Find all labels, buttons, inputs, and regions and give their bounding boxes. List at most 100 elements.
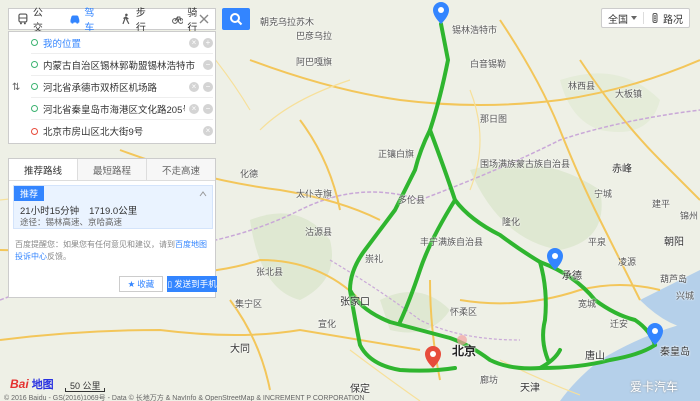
map-label: 怀柔区 <box>450 307 478 317</box>
mode-label: 驾车 <box>84 8 95 34</box>
map-label: 那日图 <box>480 114 508 124</box>
route-tabs: 推荐路线 最短路程 不走高速 <box>9 159 215 181</box>
map-label: 隆化 <box>502 217 521 227</box>
mode-drive[interactable]: 驾车 <box>61 8 113 34</box>
close-icon[interactable] <box>197 12 211 26</box>
recommended-badge: 推荐 <box>14 186 45 201</box>
map-label: 大板镇 <box>615 89 643 99</box>
phone-icon: ▯ <box>167 278 173 289</box>
waypoint-text[interactable]: 河北省承德市双桥区机场路 <box>43 80 185 94</box>
map-label: 迁安 <box>610 319 629 329</box>
map-label: 丰宁满族自治县 <box>420 237 484 247</box>
baidu-logo[interactable]: Bai 地图 <box>10 376 54 392</box>
chevron-down-icon <box>631 16 637 20</box>
waypoint-row[interactable]: 我的位置 × + <box>31 32 213 54</box>
mode-label: 公交 <box>32 8 43 34</box>
clear-icon[interactable]: × <box>203 126 213 136</box>
map-label: 白音锡勒 <box>470 59 507 69</box>
tab-recommended[interactable]: 推荐路线 <box>9 159 78 180</box>
region-selector[interactable]: 全国 <box>602 9 643 27</box>
bus-icon <box>18 13 28 25</box>
tab-no-highway[interactable]: 不走高速 <box>147 159 215 180</box>
waypoint-text[interactable]: 河北省秦皇岛市海港区文化路205号 <box>43 102 185 116</box>
mode-bus[interactable]: 公交 <box>9 8 61 34</box>
map-label: 北京 <box>452 344 477 358</box>
scale-bar <box>65 388 105 392</box>
region-label: 全国 <box>608 14 628 26</box>
logo-bai: Bai <box>10 377 29 391</box>
map-label: 巴彦乌拉 <box>296 31 333 41</box>
route-duration: 21小时15分钟 <box>20 206 80 217</box>
transport-mode-bar: 公交 驾车 步行 骑行 <box>8 8 216 34</box>
map-label: 葫芦岛 <box>660 274 688 284</box>
map-label: 朝阳 <box>664 237 684 248</box>
traffic-label: 路况 <box>663 14 683 26</box>
feedback-prefix: 百度提醒您：如果您有任何意见和建议，请到 <box>15 240 175 249</box>
search-icon <box>230 13 243 26</box>
traffic-toggle[interactable]: 路况 <box>644 9 689 27</box>
star-icon: ★ <box>127 278 136 289</box>
copyright: © 2016 Baidu - GS(2016)1069号 - Data © 长地… <box>4 395 365 401</box>
map-label: 宁城 <box>594 189 613 199</box>
clear-icon[interactable]: × <box>189 103 199 114</box>
clear-icon[interactable]: × <box>189 37 199 48</box>
map-label: 崇礼 <box>365 254 384 264</box>
route-summary: 21小时15分钟 1719.0公里 <box>20 203 137 217</box>
logo-map: 地图 <box>31 379 54 391</box>
remove-waypoint-button[interactable]: − <box>203 81 213 92</box>
route-panel: 推荐路线 最短路程 不走高速 推荐 21小时15分钟 1719.0公里 途径：锡… <box>8 158 217 298</box>
map-label: 化德 <box>240 169 259 179</box>
start-dot-icon <box>31 39 38 46</box>
map-label: 平泉 <box>588 237 607 247</box>
remove-waypoint-button[interactable]: − <box>203 59 213 70</box>
map-label: 秦皇岛 <box>660 347 690 358</box>
map-label: 宽城 <box>578 299 597 309</box>
route-via: 途径：锡林高速、京哈高速 <box>20 217 123 227</box>
map-label: 沽源县 <box>305 227 333 237</box>
map-label: 太仆寺旗 <box>296 189 333 199</box>
map-label: 阿巴嘎旗 <box>296 57 333 67</box>
collect-button[interactable]: ★ 收藏 <box>119 276 163 292</box>
map-label: 围场满族蒙古族自治县 <box>480 159 571 169</box>
waypoint-text[interactable]: 北京市房山区北大街9号 <box>43 124 199 138</box>
waypoint-row[interactable]: 河北省秦皇岛市海港区文化路205号 × − <box>31 98 213 120</box>
route-card[interactable]: 推荐 21小时15分钟 1719.0公里 途径：锡林高速、京哈高速 <box>13 185 213 229</box>
end-dot-icon <box>31 127 38 135</box>
send-to-phone-button[interactable]: ▯ 发送到手机 <box>167 276 217 292</box>
waypoint-row[interactable]: 河北省承德市双桥区机场路 × − <box>31 76 213 98</box>
add-waypoint-button[interactable]: + <box>203 37 213 48</box>
waypoint-text[interactable]: 我的位置 <box>43 36 185 50</box>
swap-icon[interactable]: ⇅ <box>12 82 26 96</box>
feedback-note: 百度提醒您：如果您有任何意见和建议，请到百度地图投诉中心反馈。 <box>15 239 211 263</box>
map-label: 朝克乌拉苏木 <box>260 17 315 27</box>
waypoint-row[interactable]: 内蒙古自治区锡林郭勒盟锡林浩特市 − <box>31 54 213 76</box>
map-label: 建平 <box>652 199 671 209</box>
map-label: 正镶白旗 <box>378 149 415 159</box>
map-label: 凌源 <box>618 257 637 267</box>
tab-shortest[interactable]: 最短路程 <box>78 159 147 180</box>
waypoint-text[interactable]: 内蒙古自治区锡林郭勒盟锡林浩特市 <box>43 58 199 72</box>
search-button[interactable] <box>222 8 250 30</box>
waypoint-panel: ⇅ 我的位置 × + 内蒙古自治区锡林郭勒盟锡林浩特市 − 河北省承德市双桥区机… <box>8 31 216 144</box>
map-label: 锡林浩特市 <box>452 25 498 35</box>
map-label: 兴城 <box>676 291 695 301</box>
map-label: 集宁区 <box>235 299 263 309</box>
watermark-text: 爱卡汽车 <box>630 380 679 394</box>
map-label: 承德 <box>562 271 582 282</box>
remove-waypoint-button[interactable]: − <box>203 103 213 114</box>
map-label: 天津 <box>520 383 540 394</box>
chevron-up-icon[interactable] <box>199 190 207 198</box>
map-controls: 全国 路况 <box>601 8 690 28</box>
clear-icon[interactable]: × <box>189 81 199 92</box>
feedback-suffix: 反馈。 <box>47 252 71 261</box>
watermark: 爱卡汽车 <box>630 378 678 395</box>
waypoint-row[interactable]: 北京市房山区北大街9号 × <box>31 120 213 142</box>
send-label: 发送到手机 <box>174 279 217 289</box>
map-label: 廊坊 <box>480 375 499 385</box>
map-label: 张家口 <box>340 297 370 308</box>
car-icon <box>69 15 79 24</box>
map-label: 宣化 <box>318 319 337 329</box>
map-label: 张北县 <box>256 267 284 277</box>
mode-walk[interactable]: 步行 <box>112 8 164 34</box>
walk-icon <box>122 13 130 25</box>
